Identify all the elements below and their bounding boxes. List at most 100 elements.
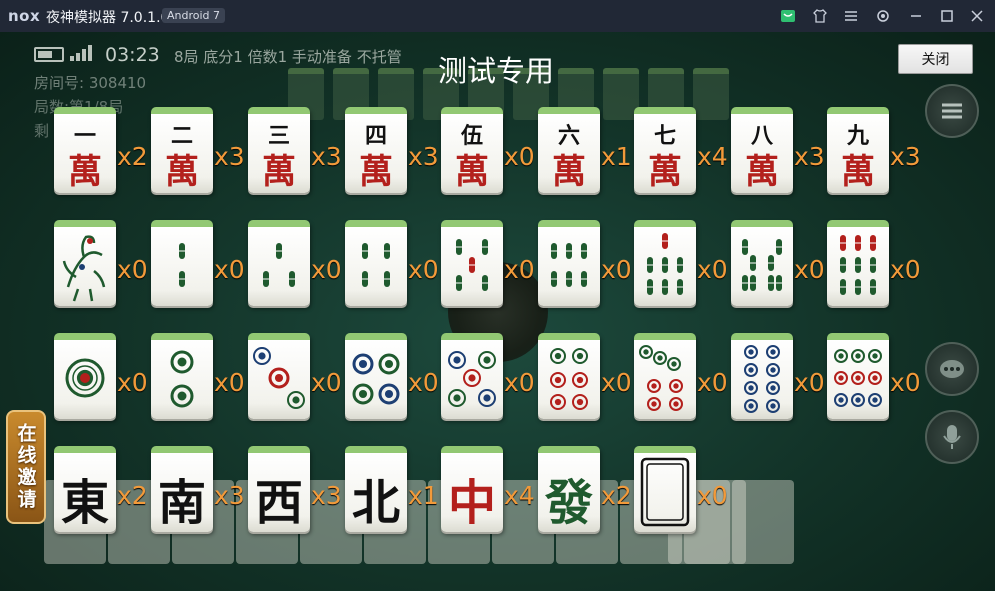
honor-character: 南: [157, 475, 206, 531]
background-tile: [693, 68, 729, 120]
emulator-title-bar: nox 夜神模拟器 7.0.1.0 Android 7: [0, 0, 995, 32]
bamboo-count-2: x0: [214, 255, 245, 284]
wan-character: 萬: [359, 152, 393, 192]
wan-tile-1[interactable]: 一萬: [54, 107, 116, 193]
close-button[interactable]: 关闭: [898, 44, 973, 74]
background-hand-tile: [732, 480, 794, 564]
dots-icon: [448, 351, 496, 407]
bamboo-tile-8[interactable]: [731, 220, 793, 306]
dots-icon: [834, 349, 882, 407]
wan-character: 萬: [745, 152, 779, 192]
shirt-icon[interactable]: [810, 6, 830, 26]
wan-character: 萬: [552, 152, 586, 192]
room-number: 房间号: 308410: [34, 74, 147, 92]
dot-tile-8[interactable]: [731, 333, 793, 419]
dot-tile-2[interactable]: [151, 333, 213, 419]
android-version-badge: Android 7: [162, 8, 226, 23]
dot-tile-9[interactable]: [827, 333, 889, 419]
dot-tile-7[interactable]: [634, 333, 696, 419]
white-dragon-icon: [640, 457, 690, 527]
close-icon[interactable]: [967, 6, 987, 26]
game-area: 03:23 8局 底分1 倍数1 手动准备 不托管 房间号: 308410 局数…: [0, 32, 995, 591]
honor-tile-4[interactable]: 北: [345, 446, 407, 532]
remaining-label: 剩: [34, 122, 50, 140]
honor-count-7: x0: [697, 481, 728, 510]
honor-tile-3[interactable]: 西: [248, 446, 310, 532]
window-title: 夜神模拟器 7.0.1.0: [46, 10, 170, 26]
bamboo-count-6: x0: [601, 255, 632, 284]
honor-tile-7[interactable]: [634, 446, 696, 532]
wan-tile-7[interactable]: 七萬: [634, 107, 696, 193]
honor-tile-1[interactable]: 東: [54, 446, 116, 532]
wan-tile-6[interactable]: 六萬: [538, 107, 600, 193]
voice-button[interactable]: [925, 410, 979, 464]
bamboo-tile-5[interactable]: [441, 220, 503, 306]
wan-count-3: x3: [311, 142, 342, 171]
wan-tile-2[interactable]: 二萬: [151, 107, 213, 193]
bamboo-tile-6[interactable]: [538, 220, 600, 306]
bamboo-count-3: x0: [311, 255, 342, 284]
bamboo-count-1: x0: [117, 255, 148, 284]
dot-count-5: x0: [504, 368, 535, 397]
menu-icon[interactable]: [841, 6, 861, 26]
dot-count-1: x0: [117, 368, 148, 397]
game-menu-button[interactable]: [925, 84, 979, 138]
dots-icon: [170, 350, 194, 408]
bamboo-icon: [362, 243, 390, 287]
honor-tile-6[interactable]: 發: [538, 446, 600, 532]
page-title: 测试专用: [438, 54, 555, 88]
bamboo-tile-3[interactable]: [248, 220, 310, 306]
wan-tile-4[interactable]: 四萬: [345, 107, 407, 193]
wan-character: 萬: [68, 152, 102, 192]
dot-tile-3[interactable]: [248, 333, 310, 419]
chat-icon: [940, 360, 964, 378]
signal-icon: [70, 45, 94, 61]
bamboo-tile-7[interactable]: [634, 220, 696, 306]
gear-icon[interactable]: [873, 6, 893, 26]
clock: 03:23: [105, 44, 160, 66]
bamboo-icon: [456, 239, 488, 291]
wan-count-4: x3: [408, 142, 439, 171]
bamboo-icon: [263, 243, 295, 287]
honor-character: 西: [254, 475, 303, 531]
bamboo-count-9: x0: [890, 255, 921, 284]
maximize-icon[interactable]: [937, 6, 957, 26]
bamboo-icon: [840, 235, 876, 295]
bamboo-tile-1[interactable]: [54, 220, 116, 306]
bamboo-tile-2[interactable]: [151, 220, 213, 306]
bamboo-tile-4[interactable]: [345, 220, 407, 306]
microphone-icon: [943, 425, 961, 449]
honor-tile-5[interactable]: 中: [441, 446, 503, 532]
wan-tile-8[interactable]: 八萬: [731, 107, 793, 193]
wan-character: 萬: [165, 152, 199, 192]
dots-icon: [65, 358, 105, 398]
bird-icon: [62, 235, 106, 302]
wan-character: 萬: [648, 152, 682, 192]
wan-tile-3[interactable]: 三萬: [248, 107, 310, 193]
chat-button[interactable]: [925, 342, 979, 396]
honor-count-2: x3: [214, 481, 245, 510]
honor-count-3: x3: [311, 481, 342, 510]
honor-tile-2[interactable]: 南: [151, 446, 213, 532]
honor-character: 發: [544, 475, 593, 531]
wan-tile-9[interactable]: 九萬: [827, 107, 889, 193]
bamboo-tile-9[interactable]: [827, 220, 889, 306]
wan-character: 萬: [262, 152, 296, 192]
battery-icon: [34, 47, 64, 62]
wan-tile-5[interactable]: 伍萬: [441, 107, 503, 193]
game-status: 8局 底分1 倍数1 手动准备 不托管: [174, 48, 402, 66]
nox-logo: nox: [8, 7, 41, 25]
invite-button[interactable]: 在线邀请: [6, 410, 46, 524]
dot-tile-6[interactable]: [538, 333, 600, 419]
wan-count-1: x2: [117, 142, 148, 171]
dot-tile-4[interactable]: [345, 333, 407, 419]
bamboo-count-4: x0: [408, 255, 439, 284]
dot-tile-5[interactable]: [441, 333, 503, 419]
bamboo-icon: [647, 233, 683, 295]
dot-count-8: x0: [794, 368, 825, 397]
dot-tile-1[interactable]: [54, 333, 116, 419]
minimize-icon[interactable]: [906, 6, 926, 26]
wan-count-9: x3: [890, 142, 921, 171]
store-icon[interactable]: [778, 6, 798, 26]
wan-count-7: x4: [697, 142, 728, 171]
